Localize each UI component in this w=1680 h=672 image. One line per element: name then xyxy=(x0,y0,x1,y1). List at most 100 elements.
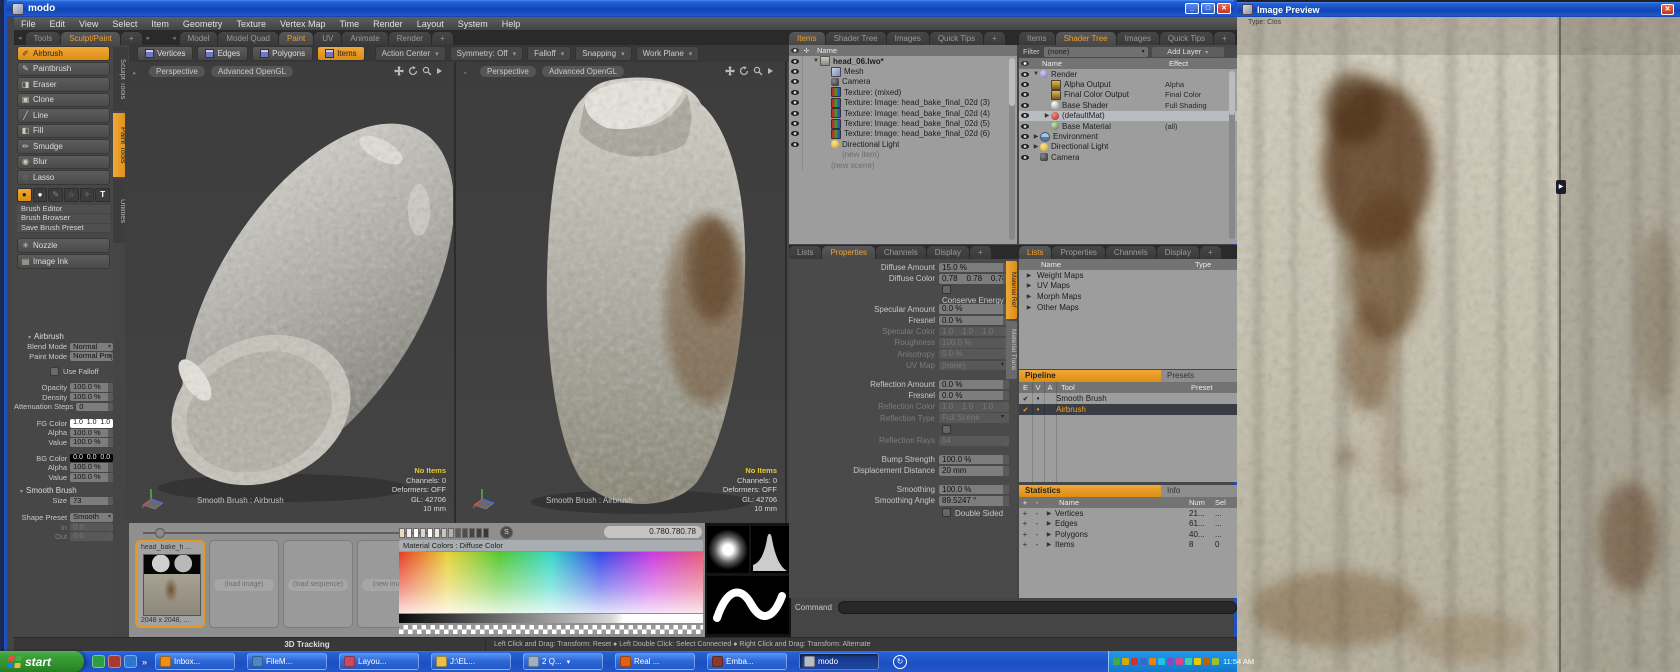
preview-titlebar[interactable]: Image Preview ✕ xyxy=(1237,2,1680,17)
layout-tab[interactable]: Sculpt/Paint xyxy=(61,32,120,45)
preview-texture-image[interactable] xyxy=(1237,17,1680,672)
panel-tab[interactable]: Lists xyxy=(789,246,821,259)
menu-item[interactable]: System xyxy=(451,19,495,29)
property-field[interactable]: 0.78 0.78 0.78 xyxy=(939,274,1009,284)
taskbar-task-button[interactable]: Emba... xyxy=(707,653,787,670)
panel-tab[interactable]: Quick Tips xyxy=(1160,32,1213,45)
visibility-eye-icon[interactable] xyxy=(791,121,799,126)
panel-tab[interactable]: Display xyxy=(927,246,969,259)
tool-button[interactable]: ◉ Blur xyxy=(17,155,110,170)
property-field[interactable]: 0.0 % xyxy=(939,380,1009,390)
rotate-icon[interactable] xyxy=(408,66,418,76)
taskbar-task-button[interactable]: Inbox... xyxy=(155,653,235,670)
close-button[interactable]: ✕ xyxy=(1217,3,1231,14)
visible-dot-icon[interactable]: • xyxy=(1032,405,1044,414)
quick-launch-icon[interactable] xyxy=(124,655,137,668)
property-field[interactable]: Full Scene xyxy=(939,413,1009,423)
selection-mode-button[interactable]: Polygons xyxy=(252,46,313,61)
color-swatch[interactable] xyxy=(420,528,426,538)
viewport-shading-button[interactable]: Advanced OpenGL xyxy=(211,66,293,77)
add-layer-button[interactable]: Add Layer xyxy=(1152,47,1224,57)
menu-item[interactable]: Vertex Map xyxy=(273,19,333,29)
fg-alpha-field[interactable]: 100.0 % xyxy=(70,429,113,438)
enable-check-icon[interactable]: ✔ xyxy=(1019,395,1032,403)
items-tree-row[interactable]: Texture: Image: head_bake_final_02d (6) xyxy=(789,129,1017,139)
taskbar-clock[interactable]: 11:54 AM xyxy=(1223,657,1254,666)
visibility-eye-icon[interactable] xyxy=(791,90,799,95)
viewport-right[interactable]: ▪ Perspective Advanced OpenGL Smooth Bru… xyxy=(456,62,787,523)
statistics-row[interactable]: + - ▶ Polygons 40... ... xyxy=(1019,529,1237,540)
tool-button[interactable]: ✐ Airbrush xyxy=(17,46,110,61)
layout-tab[interactable]: Paint xyxy=(279,32,313,45)
minimize-button[interactable]: _ xyxy=(1185,3,1199,14)
property-field[interactable]: 64 xyxy=(939,436,1009,446)
expand-plus-icon[interactable]: + xyxy=(1019,509,1031,518)
quick-launch-icon[interactable] xyxy=(108,655,121,668)
panel-tab[interactable]: Channels xyxy=(1106,246,1156,259)
color-swatch[interactable] xyxy=(448,528,454,538)
tool-button[interactable]: ✎ Paintbrush xyxy=(17,62,110,77)
zoom-icon[interactable] xyxy=(422,66,432,76)
brush-tip-button[interactable]: ● xyxy=(17,188,32,202)
menu-item[interactable]: Geometry xyxy=(176,19,230,29)
brush-tip-button[interactable]: ✎ xyxy=(48,188,63,202)
expand-caret-icon[interactable]: ▶ xyxy=(1032,143,1040,150)
color-gradient-picker[interactable] xyxy=(399,552,703,613)
viewport-menu-icon[interactable]: ▸ xyxy=(129,67,141,80)
attenuation-steps-field[interactable]: 0 xyxy=(76,403,113,412)
visibility-eye-icon[interactable] xyxy=(1021,124,1029,129)
panel-tab[interactable]: + xyxy=(984,32,1005,45)
property-field[interactable]: Conserve Energy xyxy=(939,285,1009,295)
property-field[interactable]: 100.0 % xyxy=(939,338,1009,348)
shader-tree-row[interactable]: Base Material (all) xyxy=(1019,121,1237,131)
color-swatch[interactable] xyxy=(399,528,405,538)
command-input[interactable] xyxy=(838,601,1237,614)
layer-effect[interactable]: Full Shading xyxy=(1165,101,1207,110)
tray-icon[interactable] xyxy=(1194,658,1201,665)
brush-tip-button[interactable]: ● xyxy=(33,188,48,202)
selection-mode-button[interactable]: Edges xyxy=(197,46,248,61)
property-field[interactable]: 0.0 % xyxy=(939,391,1009,401)
menu-item[interactable]: Render xyxy=(366,19,410,29)
layer-effect[interactable]: Final Color xyxy=(1165,90,1201,99)
items-tree-row[interactable]: (new scene) xyxy=(789,160,1017,170)
taskbar-extra-icon[interactable]: ↻ xyxy=(893,655,907,669)
lists-row[interactable]: ▶ UV Maps xyxy=(1019,281,1237,292)
tray-icon[interactable] xyxy=(1167,658,1174,665)
items-tree-row[interactable]: (new item) xyxy=(789,150,1017,160)
tray-icon[interactable] xyxy=(1131,658,1138,665)
shader-tree-row[interactable]: Final Color Output Final Color xyxy=(1019,90,1237,100)
shape-in-field[interactable]: 0.0 xyxy=(70,523,113,532)
color-swatch[interactable] xyxy=(469,528,475,538)
property-field[interactable]: 15.0 % xyxy=(939,263,1009,273)
brush-profile-curve[interactable] xyxy=(751,526,789,573)
toolbar-dropdown[interactable]: Snapping xyxy=(575,46,631,61)
brush-tip-button[interactable]: T xyxy=(95,188,110,202)
menu-item[interactable]: Item xyxy=(144,19,176,29)
material-tab[interactable]: Material Trans xyxy=(1006,321,1017,379)
bg-value-field[interactable]: 100.0 % xyxy=(70,473,113,482)
items-scrollbar[interactable] xyxy=(1009,58,1015,240)
brush-tip-button[interactable]: ✧ xyxy=(80,188,95,202)
image-clip-cell[interactable]: head_bake_fi ... 2048 x 2048, ... head_b… xyxy=(135,540,205,628)
expand-caret-icon[interactable]: ▶ xyxy=(1043,112,1051,119)
visibility-eye-icon[interactable] xyxy=(1021,113,1029,118)
thumbnail-size-slider[interactable] xyxy=(143,532,433,534)
collapse-minus-icon[interactable]: - xyxy=(1031,519,1043,528)
tool-button[interactable]: ◌ Lasso xyxy=(17,170,110,185)
tool-button[interactable]: ▤ Image Ink xyxy=(17,254,110,269)
brush-falloff-preview[interactable] xyxy=(707,526,749,573)
expand-caret-icon[interactable]: ▶ xyxy=(1025,293,1033,300)
panel-tab[interactable]: + xyxy=(970,246,991,259)
panel-tab[interactable]: Quick Tips xyxy=(930,32,983,45)
fg-value-field[interactable]: 100.0 % xyxy=(70,438,113,447)
viewport-flyout-icon[interactable] xyxy=(436,66,444,76)
menu-item[interactable]: Edit xyxy=(43,19,73,29)
image-clip-cell[interactable]: (load image) (load image) xyxy=(209,540,279,628)
visibility-eye-icon[interactable] xyxy=(1021,92,1029,97)
expand-caret-icon[interactable]: ▶ xyxy=(1025,304,1033,311)
items-tree-row[interactable]: Camera xyxy=(789,77,1017,87)
panel-tab[interactable]: Shader Tree xyxy=(826,32,886,45)
items-tree-row[interactable]: Texture: Image: head_bake_final_02d (4) xyxy=(789,108,1017,118)
collapse-minus-icon[interactable]: - xyxy=(1031,530,1043,539)
